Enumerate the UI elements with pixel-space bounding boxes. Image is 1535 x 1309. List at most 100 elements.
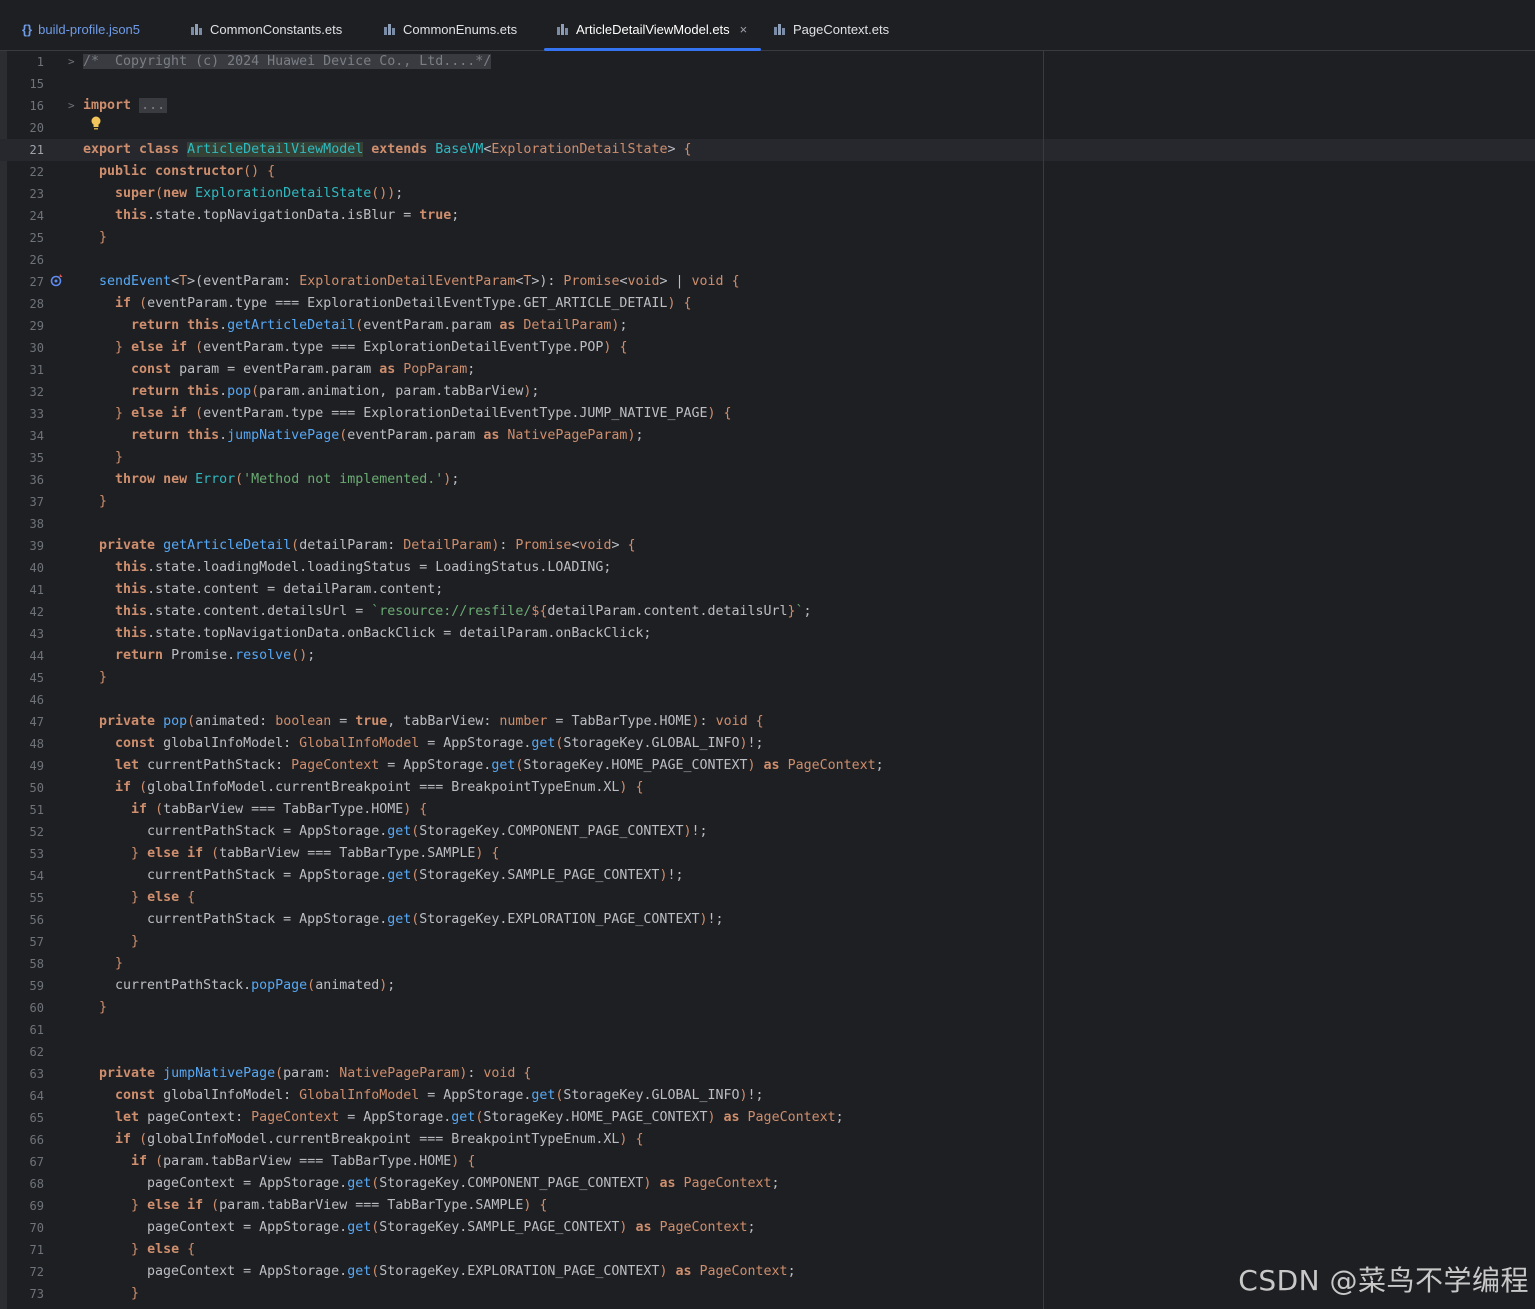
tab-common-constants[interactable]: CommonConstants.ets xyxy=(190,8,342,50)
code-line[interactable]: 23 super(new ExplorationDetailState()); xyxy=(0,183,1535,205)
code-line[interactable]: 29 return this.getArticleDetail(eventPar… xyxy=(0,315,1535,337)
code-line[interactable]: 40 this.state.loadingModel.loadingStatus… xyxy=(0,557,1535,579)
line-number: 33 xyxy=(29,407,44,421)
code-line[interactable]: 44 return Promise.resolve(); xyxy=(0,645,1535,667)
code-line[interactable]: 1 > /* Copyright (c) 2024 Huawei Device Co… xyxy=(0,51,1535,73)
line-number: 24 xyxy=(29,209,44,223)
code-line[interactable]: 25 } xyxy=(0,227,1535,249)
code-line[interactable]: 62 xyxy=(0,1041,1535,1063)
code-line[interactable]: 50 if (globalInfoModel.currentBreakpoint… xyxy=(0,777,1535,799)
code-line[interactable]: 32 return this.pop(param.animation, para… xyxy=(0,381,1535,403)
code-line[interactable]: 54 currentPathStack = AppStorage.get(Sto… xyxy=(0,865,1535,887)
code-text: this.state.topNavigationData.isBlur = tr… xyxy=(115,208,460,223)
code-line[interactable]: 34 return this.jumpNativePage(eventParam… xyxy=(0,425,1535,447)
tab-common-enums[interactable]: CommonEnums.ets xyxy=(383,8,517,50)
fold-chevron-icon[interactable]: > xyxy=(68,51,75,73)
code-line[interactable]: 42 this.state.content.detailsUrl = `reso… xyxy=(0,601,1535,623)
json-file-icon: {} xyxy=(22,21,33,37)
code-text: const globalInfoModel: GlobalInfoModel =… xyxy=(115,736,764,751)
line-number: 67 xyxy=(29,1155,44,1169)
code-line[interactable]: 24 this.state.topNavigationData.isBlur =… xyxy=(0,205,1535,227)
code-line[interactable]: 65 let pageContext: PageContext = AppSto… xyxy=(0,1107,1535,1129)
code-line[interactable]: 58 } xyxy=(0,953,1535,975)
code-line[interactable]: 63 private jumpNativePage(param: NativeP… xyxy=(0,1063,1535,1085)
code-line[interactable]: 64 const globalInfoModel: GlobalInfoMode… xyxy=(0,1085,1535,1107)
code-line[interactable]: 57 } xyxy=(0,931,1535,953)
code-line[interactable]: 52 currentPathStack = AppStorage.get(Sto… xyxy=(0,821,1535,843)
code-line[interactable]: 48 const globalInfoModel: GlobalInfoMode… xyxy=(0,733,1535,755)
code-line[interactable]: 49 let currentPathStack: PageContext = A… xyxy=(0,755,1535,777)
code-line[interactable]: 51 if (tabBarView === TabBarType.HOME) { xyxy=(0,799,1535,821)
line-number: 44 xyxy=(29,649,44,663)
code-line[interactable]: 70 pageContext = AppStorage.get(StorageK… xyxy=(0,1217,1535,1239)
code-text: private pop(animated: boolean = true, ta… xyxy=(99,714,764,729)
code-text: this.state.content = detailParam.content… xyxy=(115,582,444,597)
tab-label: PageContext.ets xyxy=(793,21,890,37)
code-line[interactable]: 67 if (param.tabBarView === TabBarType.H… xyxy=(0,1151,1535,1173)
code-line[interactable]: 47 private pop(animated: boolean = true,… xyxy=(0,711,1535,733)
code-text: super(new ExplorationDetailState()); xyxy=(115,186,404,201)
line-number: 57 xyxy=(29,935,44,949)
line-number: 50 xyxy=(29,781,44,795)
code-text: if (param.tabBarView === TabBarType.HOME… xyxy=(131,1154,476,1169)
implementation-marker-icon[interactable] xyxy=(50,273,64,287)
code-line[interactable]: 39 private getArticleDetail(detailParam:… xyxy=(0,535,1535,557)
code-line[interactable]: 71 } else { xyxy=(0,1239,1535,1261)
code-line[interactable]: 33 } else if (eventParam.type === Explor… xyxy=(0,403,1535,425)
code-line[interactable]: 53 } else if (tabBarView === TabBarType.… xyxy=(0,843,1535,865)
tab-article-detail-view-model[interactable]: ArticleDetailViewModel.ets × xyxy=(544,8,761,51)
code-text: } else { xyxy=(131,1242,196,1257)
code-line[interactable]: 56 currentPathStack = AppStorage.get(Sto… xyxy=(0,909,1535,931)
code-text: } else if (eventParam.type === Explorati… xyxy=(115,406,732,421)
code-line[interactable]: 36 throw new Error('Method not implement… xyxy=(0,469,1535,491)
code-text: return Promise.resolve(); xyxy=(115,648,316,663)
code-line[interactable]: 31 const param = eventParam.param as Pop… xyxy=(0,359,1535,381)
code-line[interactable]: 43 this.state.topNavigationData.onBackCl… xyxy=(0,623,1535,645)
code-line[interactable]: 30 } else if (eventParam.type === Explor… xyxy=(0,337,1535,359)
line-number: 32 xyxy=(29,385,44,399)
code-line[interactable]: 41 this.state.content = detailParam.cont… xyxy=(0,579,1535,601)
code-text: currentPathStack = AppStorage.get(Storag… xyxy=(83,868,684,883)
fold-chevron-icon[interactable]: > xyxy=(68,95,75,117)
code-line[interactable]: 45 } xyxy=(0,667,1535,689)
code-line[interactable]: 15 xyxy=(0,73,1535,95)
line-number: 71 xyxy=(29,1243,44,1257)
line-number: 56 xyxy=(29,913,44,927)
code-text: } xyxy=(115,956,124,971)
line-number: 29 xyxy=(29,319,44,333)
code-line[interactable]: 27 sendEvent<T>(eventParam: ExplorationD… xyxy=(0,271,1535,293)
code-text: throw new Error('Method not implemented.… xyxy=(115,472,460,487)
tab-page-context[interactable]: PageContext.ets xyxy=(773,8,889,50)
close-icon[interactable]: × xyxy=(740,22,748,37)
code-line[interactable]: 21 export class ArticleDetailViewModel ex… xyxy=(0,139,1535,161)
code-line[interactable]: 66 if (globalInfoModel.currentBreakpoint… xyxy=(0,1129,1535,1151)
code-line[interactable]: 68 pageContext = AppStorage.get(StorageK… xyxy=(0,1173,1535,1195)
line-number: 58 xyxy=(29,957,44,971)
code-text: return this.pop(param.animation, param.t… xyxy=(131,384,540,399)
code-line[interactable]: 28 if (eventParam.type === ExplorationDe… xyxy=(0,293,1535,315)
tab-build-profile[interactable]: {} build-profile.json5 xyxy=(22,8,140,50)
code-editor[interactable]: 1 > /* Copyright (c) 2024 Huawei Device Co… xyxy=(0,51,1535,1309)
code-text: this.state.topNavigationData.onBackClick… xyxy=(115,626,652,641)
line-number: 53 xyxy=(29,847,44,861)
lightbulb-icon[interactable] xyxy=(90,115,102,131)
code-line[interactable]: 59 currentPathStack.popPage(animated); xyxy=(0,975,1535,997)
line-number: 62 xyxy=(29,1045,44,1059)
code-line[interactable]: 16 > import ... xyxy=(0,95,1535,117)
code-line[interactable]: 35 } xyxy=(0,447,1535,469)
code-text: if (globalInfoModel.currentBreakpoint ==… xyxy=(115,780,644,795)
code-line[interactable]: 60 } xyxy=(0,997,1535,1019)
code-line[interactable]: 38 xyxy=(0,513,1535,535)
code-line[interactable]: 69 } else if (param.tabBarView === TabBa… xyxy=(0,1195,1535,1217)
code-text: export class ArticleDetailViewModel exte… xyxy=(83,142,692,157)
code-text: return this.jumpNativePage(eventParam.pa… xyxy=(131,428,644,443)
code-line[interactable]: 20 xyxy=(0,117,1535,139)
code-line[interactable]: 61 xyxy=(0,1019,1535,1041)
code-text: if (tabBarView === TabBarType.HOME) { xyxy=(131,802,428,817)
code-line[interactable]: 37 } xyxy=(0,491,1535,513)
code-line[interactable]: 26 xyxy=(0,249,1535,271)
code-text: import ... xyxy=(83,98,168,113)
code-line[interactable]: 55 } else { xyxy=(0,887,1535,909)
code-line[interactable]: 46 xyxy=(0,689,1535,711)
code-line[interactable]: 22 public constructor() { xyxy=(0,161,1535,183)
